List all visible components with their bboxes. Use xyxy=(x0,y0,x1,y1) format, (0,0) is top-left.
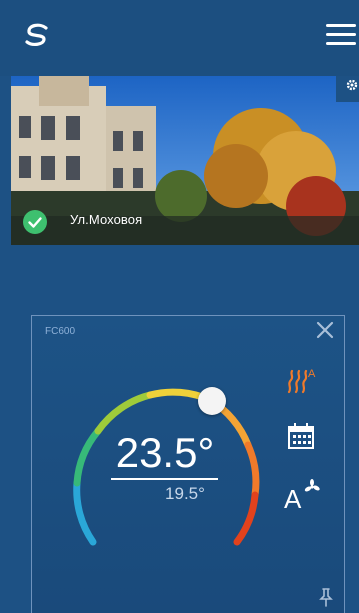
hamburger-menu-icon[interactable] xyxy=(326,24,356,48)
schedule-calendar-icon[interactable] xyxy=(286,422,316,450)
s-swirl-logo-icon[interactable] xyxy=(22,20,52,50)
current-temperature: 23.5° xyxy=(115,429,215,476)
check-circle-icon xyxy=(23,210,47,234)
device-id: FC600 xyxy=(45,326,76,337)
fan-mode-label: A xyxy=(284,484,302,512)
heat-mode-label: A xyxy=(308,368,316,380)
close-icon[interactable] xyxy=(314,319,336,341)
top-bar xyxy=(0,0,359,76)
heat-auto-icon[interactable]: A xyxy=(286,366,320,396)
temperature-divider xyxy=(111,478,218,480)
pin-icon[interactable] xyxy=(318,587,334,607)
gear-icon[interactable] xyxy=(336,76,359,102)
setpoint-knob[interactable] xyxy=(198,387,226,415)
fan-auto-icon[interactable]: A xyxy=(284,478,322,514)
location-photo xyxy=(11,76,359,245)
setpoint-temperature: 19.5° xyxy=(165,484,205,503)
location-name[interactable]: Ул.Моховоя xyxy=(70,212,142,227)
